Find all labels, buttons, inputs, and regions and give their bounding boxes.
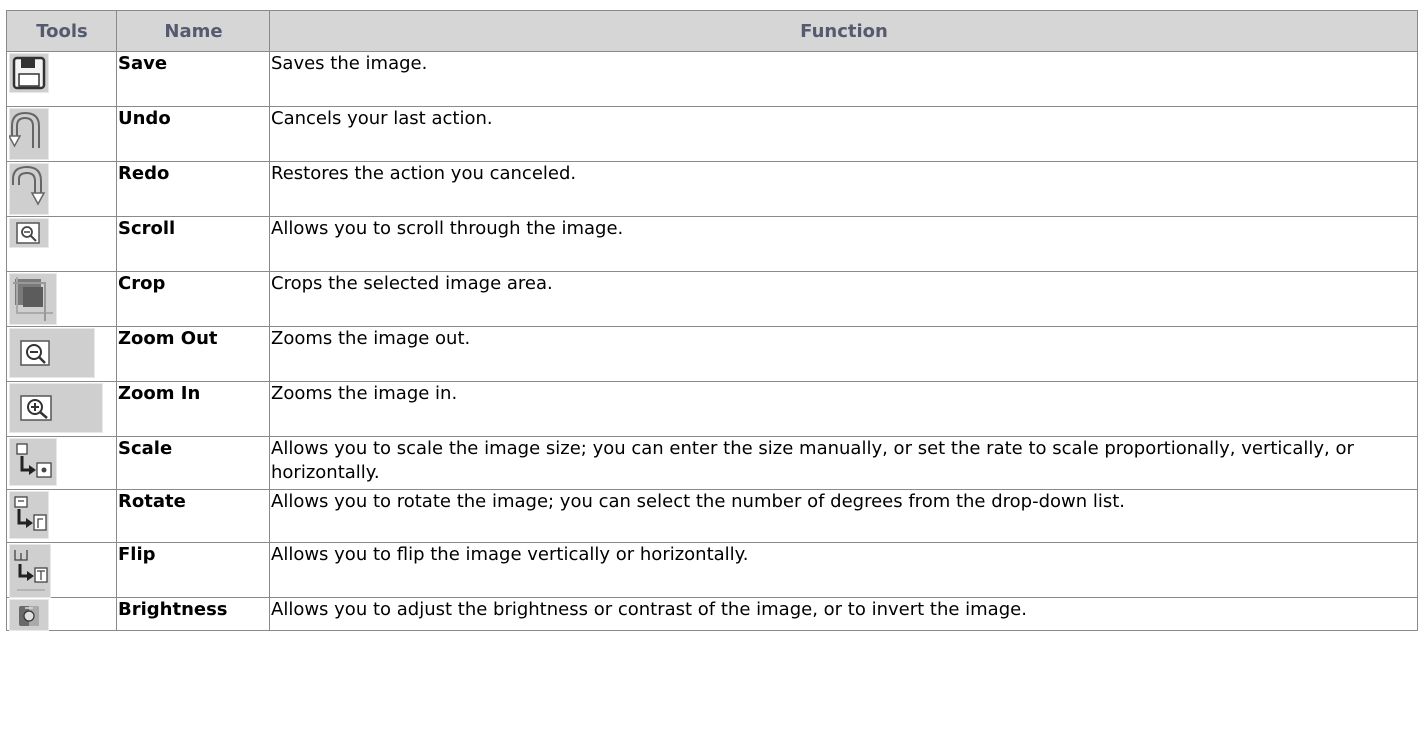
tool-function: Zooms the image in.	[269, 381, 1418, 437]
tool-icon-cell	[6, 271, 117, 327]
tool-icon-cell	[6, 381, 117, 437]
tool-name: Undo	[116, 106, 270, 162]
save-icon	[9, 53, 49, 93]
table-row: Rotate Allows you to rotate the image; y…	[6, 489, 1418, 543]
tool-name: Scroll	[116, 216, 270, 272]
tool-icon-cell	[6, 161, 117, 217]
zoom-in-icon	[9, 383, 103, 433]
tool-name: Save	[116, 51, 270, 107]
tool-icon-cell	[6, 597, 117, 631]
tool-icon-cell	[6, 216, 117, 272]
tool-icon-cell	[6, 51, 117, 107]
table-header-row: Tools Name Function	[6, 10, 1418, 52]
tool-function: Saves the image.	[269, 51, 1418, 107]
undo-icon	[9, 108, 49, 160]
scale-icon	[9, 438, 57, 486]
tool-icon-cell	[6, 326, 117, 382]
tool-name: Crop	[116, 271, 270, 327]
tool-icon-cell	[6, 542, 117, 598]
tool-function: Cancels your last action.	[269, 106, 1418, 162]
tool-name: Scale	[116, 436, 270, 490]
tool-name: Redo	[116, 161, 270, 217]
tool-name: Zoom In	[116, 381, 270, 437]
table-row: Zoom Out Zooms the image out.	[6, 326, 1418, 382]
tool-function: Allows you to scroll through the image.	[269, 216, 1418, 272]
table-row: Scale Allows you to scale the image size…	[6, 436, 1418, 490]
tool-function: Restores the action you canceled.	[269, 161, 1418, 217]
header-function: Function	[269, 10, 1418, 52]
rotate-icon	[9, 491, 49, 539]
table-row: Brightness Allows you to adjust the brig…	[6, 597, 1418, 631]
tool-function: Allows you to adjust the brightness or c…	[269, 597, 1418, 631]
tool-icon-cell	[6, 436, 117, 490]
table-row: Undo Cancels your last action.	[6, 106, 1418, 162]
table-row: Scroll Allows you to scroll through the …	[6, 216, 1418, 272]
table-row: Redo Restores the action you canceled.	[6, 161, 1418, 217]
tool-function: Crops the selected image area.	[269, 271, 1418, 327]
redo-icon	[9, 163, 49, 215]
tools-table: Tools Name Function Save Saves the image…	[6, 10, 1418, 631]
table-row: Zoom In Zooms the image in.	[6, 381, 1418, 437]
flip-icon	[9, 544, 51, 598]
header-tools: Tools	[6, 10, 117, 52]
table-row: Save Saves the image.	[6, 51, 1418, 107]
table-row: Crop Crops the selected image area.	[6, 271, 1418, 327]
tool-icon-cell	[6, 489, 117, 543]
tool-function: Zooms the image out.	[269, 326, 1418, 382]
crop-icon	[9, 273, 57, 325]
zoom-out-icon	[9, 328, 95, 378]
tool-icon-cell	[6, 106, 117, 162]
header-name: Name	[116, 10, 270, 52]
tool-function: Allows you to scale the image size; you …	[269, 436, 1418, 490]
tool-name: Zoom Out	[116, 326, 270, 382]
tool-function: Allows you to rotate the image; you can …	[269, 489, 1418, 543]
scroll-icon	[9, 218, 49, 248]
table-row: Flip Allows you to flip the image vertic…	[6, 542, 1418, 598]
tool-function: Allows you to flip the image vertically …	[269, 542, 1418, 598]
brightness-icon	[9, 599, 49, 631]
tool-name: Flip	[116, 542, 270, 598]
tool-name: Rotate	[116, 489, 270, 543]
tool-name: Brightness	[116, 597, 270, 631]
